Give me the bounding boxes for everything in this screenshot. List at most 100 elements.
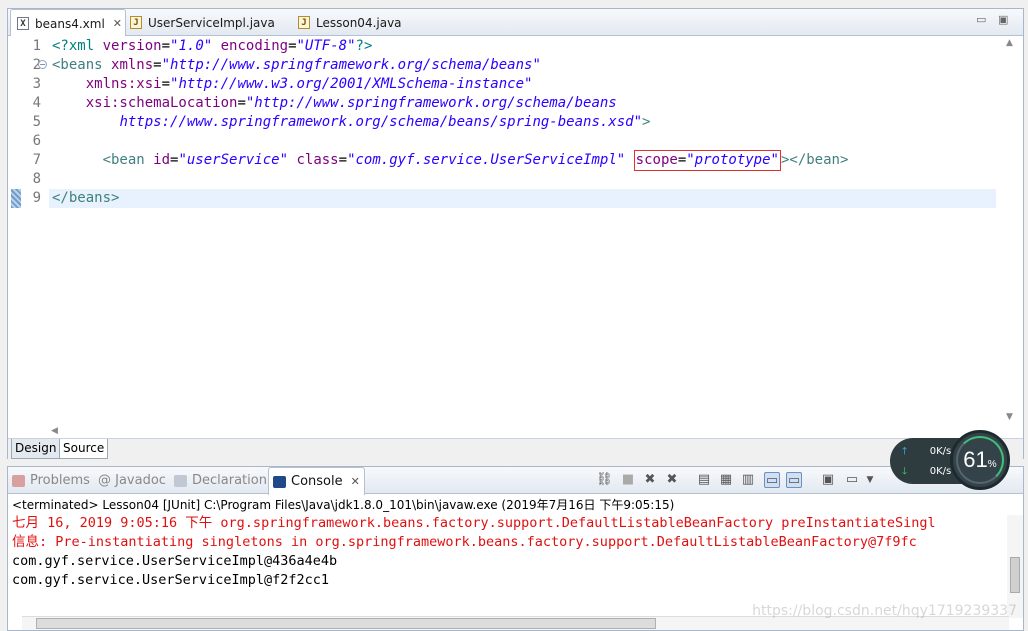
usage-gauge: 61% [950,430,1010,490]
attr-value: "com.gyf.service.UserServiceImpl" [347,152,626,168]
tab-source[interactable]: Source [59,439,109,459]
tab-javadoc[interactable]: @ Javadoc [98,467,166,494]
disconnect-icon[interactable]: ⛓ [596,472,613,488]
code-line-3: xmlns:xsi="http://www.w3.org/2001/XMLSch… [52,75,533,94]
code-editor[interactable]: 1 2 − 3 4 5 6 7 8 9 <?xml version="1.0" … [8,36,996,425]
equals: = [161,38,171,54]
code-line-5: https://www.springframework.org/schema/b… [52,113,650,132]
tab-label: Lesson04.java [316,15,402,30]
code-line-7: <bean id="userService" class="com.gyf.se… [52,150,848,171]
tab-console[interactable]: Console ✕ [268,467,365,495]
watermark: https://blog.csdn.net/hqy1719239337 [752,603,1017,619]
java-file-icon: J [130,16,142,29]
scope-highlight-box: scope="prototype" [633,150,781,171]
scrollbar-thumb[interactable] [1010,557,1020,593]
console-line: 七月 16, 2019 9:05:16 下午 org.springframewo… [12,515,936,531]
code-line-2: <beans xmlns="http://www.springframework… [52,56,541,75]
equals: = [338,152,348,168]
console-line: 信息: Pre-instantiating singletons in org.… [12,534,917,550]
console-tab-bar: Problems @ Javadoc Declaration Console ✕… [8,467,1023,495]
tab-label: @ Javadoc [98,473,166,488]
equals: = [153,57,162,73]
line-number: 1 [32,38,41,54]
attr-value: "http://www.w3.org/2001/XMLSchema-instan… [170,76,533,92]
tab-design[interactable]: Design [11,439,61,459]
xml-pi-open: <?xml [52,38,103,54]
attr-name: xsi:schemaLocation [85,95,238,111]
line-number: 7 [32,152,41,168]
tab-userserviceimpl-java[interactable]: J UserServiceImpl.java [130,9,275,36]
fold-toggle-icon[interactable]: − [38,60,47,69]
tab-label: Declaration [192,473,267,488]
terminated-status: <terminated> Lesson04 [JUnit] C:\Program… [12,498,675,512]
tab-label: Problems [30,473,90,488]
equals: = [237,95,246,111]
show-on-stderr-icon[interactable]: ▭ [786,472,802,488]
scroll-down-icon[interactable]: ▼ [1006,412,1013,422]
attr-value: "userService" [178,152,289,168]
attr-name: xmlns [111,57,154,73]
close-icon[interactable]: ✕ [351,475,360,488]
attr-name: version [102,38,162,54]
network-speed-widget[interactable]: 🡑 0K/s 🡓 0K/s 61% [890,430,1010,490]
pin-console-icon[interactable]: ▣ [820,472,836,488]
upload-arrow-icon: 🡑 [902,446,908,457]
tab-lesson04-java[interactable]: J Lesson04.java [298,9,402,36]
line-number: 2 [32,57,41,73]
editor-pane: X beans4.xml ✕ J UserServiceImpl.java J … [7,8,1024,459]
equals: = [161,76,171,92]
attr-value: "UTF-8" [296,38,356,54]
attr-value: https://www.springframework.org/schema/b… [119,114,643,130]
scroll-up-icon[interactable]: ▲ [1006,38,1013,48]
code-line-9: </beans> [52,189,119,208]
attr-value: "http://www.springframework.org/schema/b… [245,95,617,111]
terminate-icon[interactable]: ■ [620,472,636,488]
console-line: com.gyf.service.UserServiceImpl@f2f2cc1 [12,572,329,588]
editor-vertical-scrollbar[interactable]: ▲ ▼ [996,36,1023,425]
tag-open: <beans [52,57,112,73]
scroll-lock-icon[interactable]: ▦ [718,472,734,488]
download-speed: 🡓 0K/s [902,466,952,477]
maximize-icon[interactable]: ▣ [998,13,1008,26]
editor-horizontal-scrollbar[interactable]: ◀ [49,425,996,439]
code-line-1: <?xml version="1.0" encoding="UTF-8"?> [52,37,372,56]
equals: = [288,38,297,54]
tab-label: Console [291,474,343,489]
line-number: 4 [32,95,41,111]
close-icon[interactable]: ✕ [113,17,122,30]
show-on-stdout-icon[interactable]: ▭ [764,472,780,488]
tag-open: <bean [102,152,154,168]
download-arrow-icon: 🡓 [902,466,908,477]
display-console-icon[interactable]: ▭ [844,472,860,488]
dropdown-icon[interactable]: ▼ [862,472,878,488]
attr-value: "http://www.springframework.org/schema/b… [161,57,541,73]
tab-problems[interactable]: Problems [12,467,90,494]
editor-tab-bar: X beans4.xml ✕ J UserServiceImpl.java J … [8,9,1023,37]
remove-all-launches-icon[interactable]: ✖ [664,472,680,488]
attr-value: "prototype" [686,152,779,168]
attr-name: scope [635,152,678,168]
tab-label: beans4.xml [35,16,105,31]
tab-beans4-xml[interactable]: X beans4.xml ✕ [10,9,126,37]
line-number: 5 [32,114,41,130]
java-file-icon: J [298,16,310,29]
upload-speed: 🡑 0K/s [902,446,952,457]
remove-launch-icon[interactable]: ✖ [642,472,658,488]
line-number: 6 [32,133,41,149]
word-wrap-icon[interactable]: ▥ [740,472,756,488]
clear-console-icon[interactable]: ▤ [696,472,712,488]
attr-name: encoding [220,38,289,54]
tag-close: > [642,114,651,130]
scrollbar-thumb[interactable] [36,618,656,629]
problems-icon [12,474,25,487]
attr-value: "1.0" [170,38,213,54]
tab-declaration[interactable]: Declaration [174,467,267,494]
minimize-icon[interactable]: ▭ [976,13,986,26]
scroll-left-icon[interactable]: ◀ [51,426,58,436]
usage-percent: 61% [963,447,997,472]
